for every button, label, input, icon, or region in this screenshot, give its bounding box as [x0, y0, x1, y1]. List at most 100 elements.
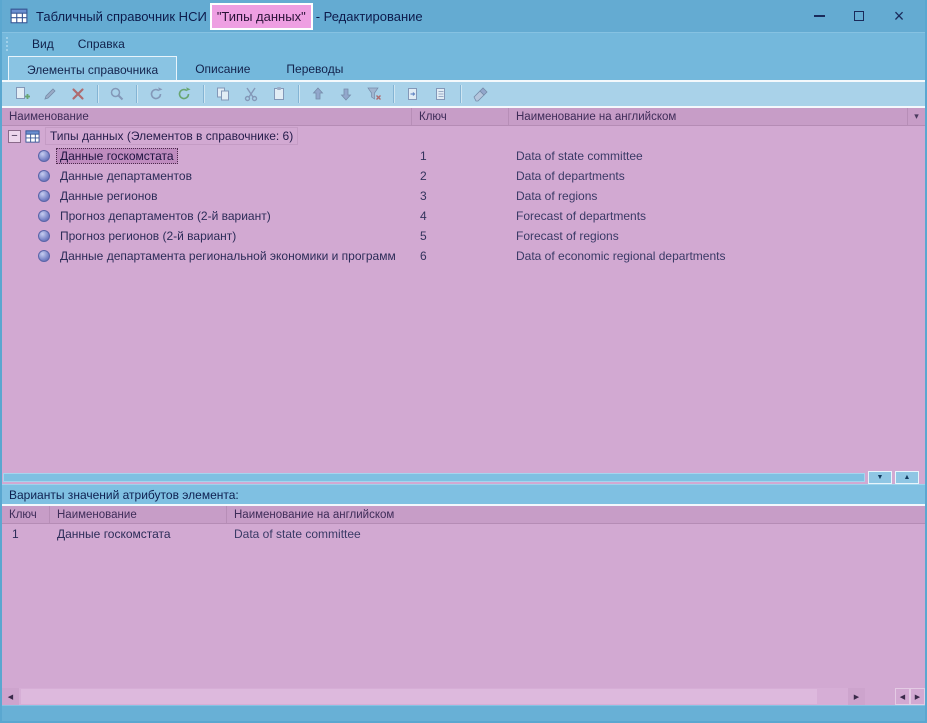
move-down-icon: [338, 86, 354, 102]
cut-icon: [243, 86, 259, 102]
tab-description[interactable]: Описание: [177, 56, 268, 80]
variants-row-key: 1: [2, 527, 50, 541]
column-header-key[interactable]: Ключ: [412, 108, 509, 125]
clear-filter-icon: [366, 86, 382, 102]
element-icon: [38, 170, 50, 182]
tree-row[interactable]: Данные департамента региональной экономи…: [2, 246, 925, 266]
move-down-button[interactable]: [332, 83, 360, 105]
element-icon: [38, 250, 50, 262]
tree-row[interactable]: Прогноз департаментов (2-й вариант) 4 Fo…: [2, 206, 925, 226]
toolbar: [2, 80, 925, 108]
scroll-right-button[interactable]: ▶: [848, 688, 865, 705]
toolbar-separator: [460, 85, 461, 103]
row-english: Data of departments: [509, 169, 925, 183]
tree-row[interactable]: Данные регионов 3 Data of regions: [2, 186, 925, 206]
column-header-english[interactable]: Наименование на английском: [509, 108, 907, 125]
row-key: 2: [412, 169, 509, 183]
row-name: Данные регионов: [56, 188, 161, 204]
element-icon: [38, 210, 50, 222]
column-chooser-button[interactable]: ▾: [907, 108, 925, 125]
search-icon: [109, 86, 125, 102]
export-icon: [405, 86, 421, 102]
minimize-button[interactable]: [799, 2, 839, 30]
row-english: Data of regions: [509, 189, 925, 203]
clear-filter-button[interactable]: [360, 83, 388, 105]
expand-panel-button[interactable]: ▲: [895, 471, 919, 484]
edit-icon: [42, 86, 58, 102]
eraser-icon: [472, 86, 488, 102]
toolbar-separator: [97, 85, 98, 103]
cut-button[interactable]: [237, 83, 265, 105]
element-icon: [38, 230, 50, 242]
tree-row[interactable]: Данные департаментов 2 Data of departmen…: [2, 166, 925, 186]
move-up-button[interactable]: [304, 83, 332, 105]
row-key: 3: [412, 189, 509, 203]
panel-splitter[interactable]: ▼ ▲: [2, 471, 925, 484]
paste-button[interactable]: [265, 83, 293, 105]
menu-grip: [6, 37, 10, 51]
maximize-button[interactable]: [839, 2, 879, 30]
scroll-thumb[interactable]: [21, 689, 817, 704]
row-key: 1: [412, 149, 509, 163]
scroll-track[interactable]: [19, 688, 848, 705]
variants-column-name[interactable]: Наименование: [50, 506, 227, 523]
toolbar-separator: [393, 85, 394, 103]
element-icon: [38, 190, 50, 202]
edit-button[interactable]: [36, 83, 64, 105]
add-icon: [14, 86, 30, 102]
refresh-all-icon: [176, 86, 192, 102]
close-button[interactable]: ×: [879, 2, 919, 30]
variants-row-name: Данные госкомстата: [50, 527, 227, 541]
pane-scroll-left-button[interactable]: ◀: [895, 688, 910, 705]
copy-button[interactable]: [209, 83, 237, 105]
tab-elements[interactable]: Элементы справочника: [8, 56, 177, 80]
title-prefix: Табличный справочник НСИ: [36, 9, 207, 24]
clear-button[interactable]: [466, 83, 494, 105]
menu-help[interactable]: Справка: [66, 35, 137, 53]
variants-row[interactable]: 1 Данные госкомстата Data of state commi…: [2, 524, 925, 544]
pane-scroll-right-button[interactable]: ▶: [910, 688, 925, 705]
tree-grid: − Типы данных (Элементов в справочнике: …: [2, 126, 925, 471]
variants-empty-area: [2, 544, 925, 688]
tree-row[interactable]: Прогноз регионов (2-й вариант) 5 Forecas…: [2, 226, 925, 246]
row-key: 6: [412, 249, 509, 263]
variants-column-key[interactable]: Ключ: [2, 506, 50, 523]
app-window: Табличный справочник НСИ "Типы данных" -…: [0, 0, 927, 723]
row-name: Данные департаментов: [56, 168, 196, 184]
search-button[interactable]: [103, 83, 131, 105]
app-icon: [10, 7, 28, 25]
row-name: Данные госкомстата: [56, 148, 178, 164]
refresh-button[interactable]: [142, 83, 170, 105]
tree-row[interactable]: Данные госкомстата 1 Data of state commi…: [2, 146, 925, 166]
menu-view[interactable]: Вид: [20, 35, 66, 53]
export-button[interactable]: [399, 83, 427, 105]
bottom-border-strip: [2, 705, 925, 721]
variants-column-english[interactable]: Наименование на английском: [227, 506, 925, 523]
import-icon: [433, 86, 449, 102]
import-button[interactable]: [427, 83, 455, 105]
tab-translations[interactable]: Переводы: [268, 56, 361, 80]
refresh-all-button[interactable]: [170, 83, 198, 105]
row-name: Данные департамента региональной экономи…: [56, 248, 400, 264]
row-english: Data of economic regional departments: [509, 249, 925, 263]
toolbar-separator: [298, 85, 299, 103]
collapse-panel-button[interactable]: ▼: [868, 471, 892, 484]
row-key: 5: [412, 229, 509, 243]
column-header-name[interactable]: Наименование: [2, 108, 412, 125]
title-bar[interactable]: Табличный справочник НСИ "Типы данных" -…: [2, 0, 925, 32]
delete-button[interactable]: [64, 83, 92, 105]
row-key: 4: [412, 209, 509, 223]
pane-scroll-buttons: ◀ ▶: [895, 688, 925, 705]
row-english: Forecast of departments: [509, 209, 925, 223]
add-button[interactable]: [8, 83, 36, 105]
scroll-left-button[interactable]: ◀: [2, 688, 19, 705]
row-english: Data of state committee: [509, 149, 925, 163]
window-title: Табличный справочник НСИ "Типы данных" -…: [36, 3, 423, 30]
collapse-icon[interactable]: −: [8, 130, 21, 143]
row-english: Forecast of regions: [509, 229, 925, 243]
tree-empty-area: [2, 266, 925, 471]
refresh-icon: [148, 86, 164, 102]
row-name: Прогноз департаментов (2-й вариант): [56, 208, 275, 224]
tree-root-row[interactable]: − Типы данных (Элементов в справочнике: …: [2, 126, 925, 146]
splitter-bar[interactable]: [3, 473, 865, 482]
